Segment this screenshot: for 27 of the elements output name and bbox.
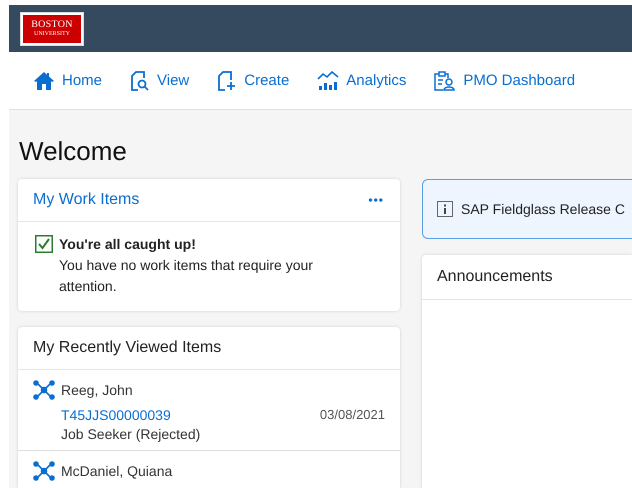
nav-link[interactable]: PMO Dashboard <box>434 70 576 90</box>
card-title: My Recently Viewed Items <box>33 339 222 357</box>
page-title: Welcome <box>19 136 128 167</box>
nav-link[interactable]: Home <box>33 70 102 90</box>
card-title: Announcements <box>437 268 553 286</box>
person-name: McDaniel, Quiana <box>61 463 172 479</box>
network-icon <box>33 461 55 481</box>
network-icon <box>33 380 55 400</box>
person-name: Reeg, John <box>61 382 133 398</box>
card-title[interactable]: My Work Items <box>33 191 140 209</box>
document-add-icon <box>217 70 238 90</box>
checkmark-icon <box>35 235 53 253</box>
nav-link[interactable]: View <box>130 70 190 90</box>
banner-text: SAP Fieldglass Release C <box>461 201 625 217</box>
info-icon <box>437 201 453 217</box>
item-id-link[interactable]: T45JJS00000039 <box>61 407 171 423</box>
item-date: 03/08/2021 <box>320 407 385 423</box>
item-status: Job Seeker (Rejected) <box>61 426 202 442</box>
status-message: You're all caught up! You have no work items that require your attention. <box>59 235 314 296</box>
home-icon <box>33 70 55 90</box>
document-search-icon <box>130 70 150 90</box>
chart-icon <box>317 70 340 90</box>
more-button[interactable]: ••• <box>362 192 390 208</box>
nav-link[interactable]: Analytics <box>317 70 406 90</box>
clipboard-person-icon <box>434 70 456 90</box>
nav-link[interactable]: Create <box>217 70 290 90</box>
info-banner[interactable]: SAP Fieldglass Release C <box>422 179 632 239</box>
